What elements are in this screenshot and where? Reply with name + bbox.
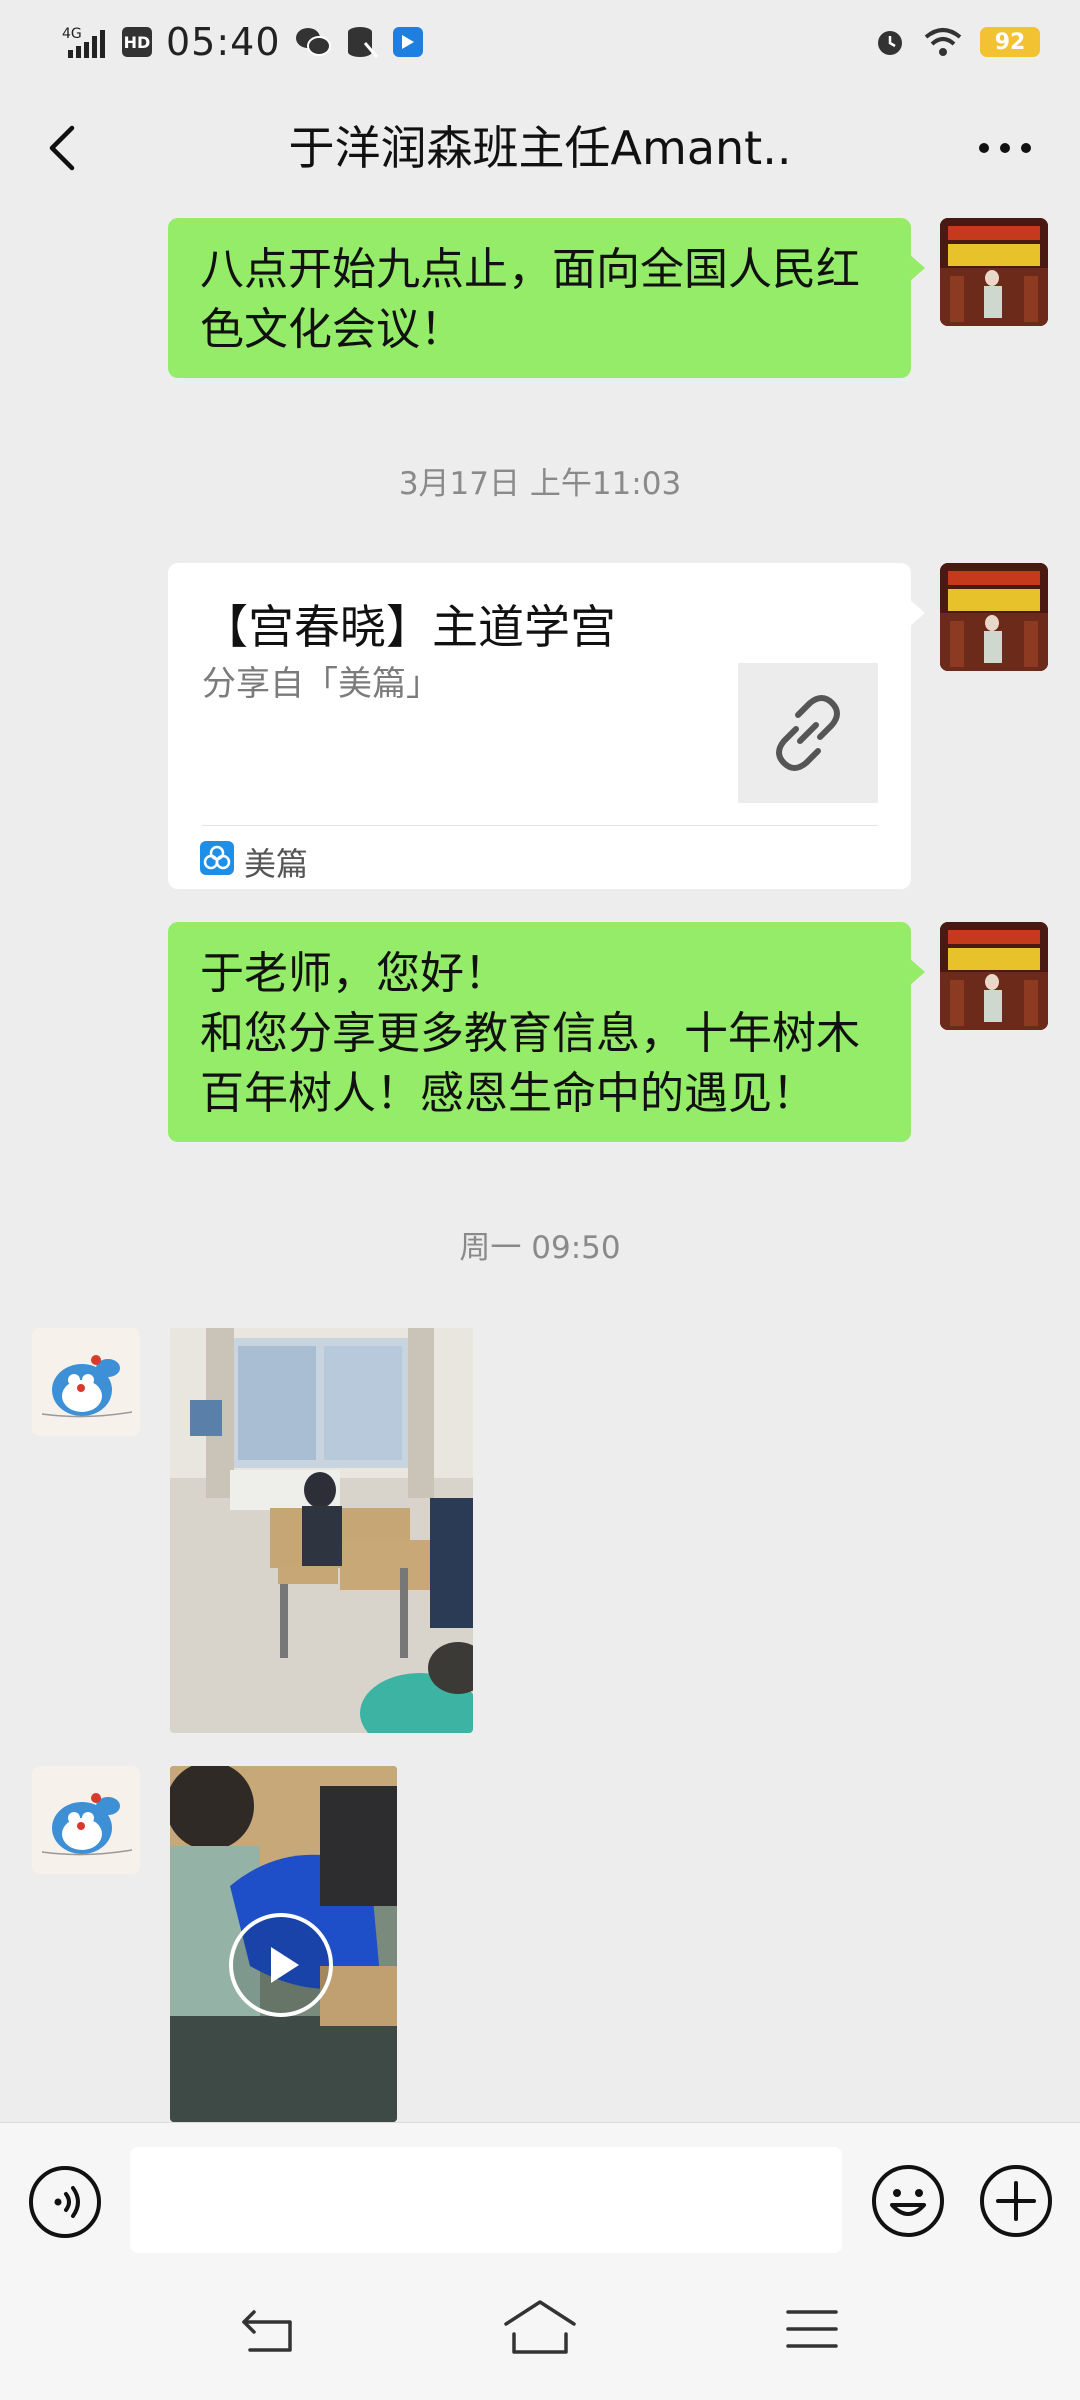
message-video[interactable] [170, 1766, 397, 2122]
avatar-self[interactable] [940, 922, 1048, 1030]
wechat-notification-icon [295, 28, 331, 56]
avatar-contact[interactable] [32, 1328, 140, 1436]
plus-icon[interactable] [978, 2163, 1054, 2239]
message-text-line: 和您分享更多教育信息，十年树木 [200, 1008, 860, 1059]
message-bubble-text[interactable]: 八点开始九点止，面向全国人民红色文化会议！ [168, 218, 925, 378]
input-bar [0, 2122, 1080, 2263]
status-right: 92 [874, 18, 1040, 66]
link-card-divider [202, 825, 878, 826]
message-text-line: 于老师，您好！ [200, 948, 508, 999]
avatar-self[interactable] [940, 218, 1048, 326]
link-card-source: 美篇 [244, 845, 309, 883]
message-timestamp: 3月17日 上午11:03 [398, 466, 682, 502]
avatar-self[interactable] [940, 563, 1048, 671]
system-nav-bar [0, 2262, 1080, 2400]
message-bubble-text[interactable]: 于老师，您好！ 和您分享更多教育信息，十年树木 百年树人！感恩生命中的遇见！ [168, 922, 925, 1142]
link-card-title: 【宫春晓】主道学宫 [202, 600, 616, 654]
nav-home-icon[interactable] [502, 2298, 578, 2358]
message-image[interactable] [170, 1328, 473, 1733]
nav-back-icon[interactable] [238, 2304, 298, 2358]
wifi-icon [924, 28, 962, 56]
avatar-contact[interactable] [32, 1766, 140, 1874]
alarm-icon [878, 31, 902, 55]
svg-text:4G: 4G [62, 26, 82, 42]
link-icon [776, 695, 840, 771]
status-left: 4G HD 05:40 [62, 18, 423, 66]
link-card[interactable]: 【宫春晓】主道学宫 分享自「美篇」 美篇 [168, 563, 925, 889]
voice-icon[interactable] [28, 2165, 102, 2239]
more-dots-icon[interactable] [970, 120, 1040, 176]
message-timestamp: 周一 09:50 [459, 1230, 621, 1266]
app-notification-icon [392, 27, 423, 57]
hd-icon: HD [122, 27, 152, 57]
storage-icon [347, 27, 378, 58]
play-button[interactable] [229, 1913, 333, 2017]
link-card-thumbnail [738, 663, 878, 803]
link-card-subtitle: 分享自「美篇」 [202, 664, 440, 704]
emoji-icon[interactable] [870, 2163, 946, 2239]
play-icon [271, 1947, 299, 1983]
battery-indicator: 92 [980, 27, 1040, 57]
chat-header: 于洋润森班主任Amant.. [0, 84, 1080, 214]
status-time: 05:40 [166, 20, 281, 64]
chevron-left-icon[interactable] [36, 120, 92, 176]
message-input[interactable] [130, 2147, 842, 2253]
signal-icon: 4G [62, 26, 105, 58]
message-text-line: 百年树人！感恩生命中的遇见！ [200, 1068, 816, 1119]
status-bar: 4G HD 05:40 92 [0, 0, 1080, 84]
message-text: 八点开始九点止，面向全国人民红色文化会议！ [200, 244, 860, 355]
meipian-logo-icon [200, 841, 234, 875]
nav-menu-icon[interactable] [784, 2306, 840, 2352]
chat-title: 于洋润森班主任Amant.. [288, 121, 792, 175]
